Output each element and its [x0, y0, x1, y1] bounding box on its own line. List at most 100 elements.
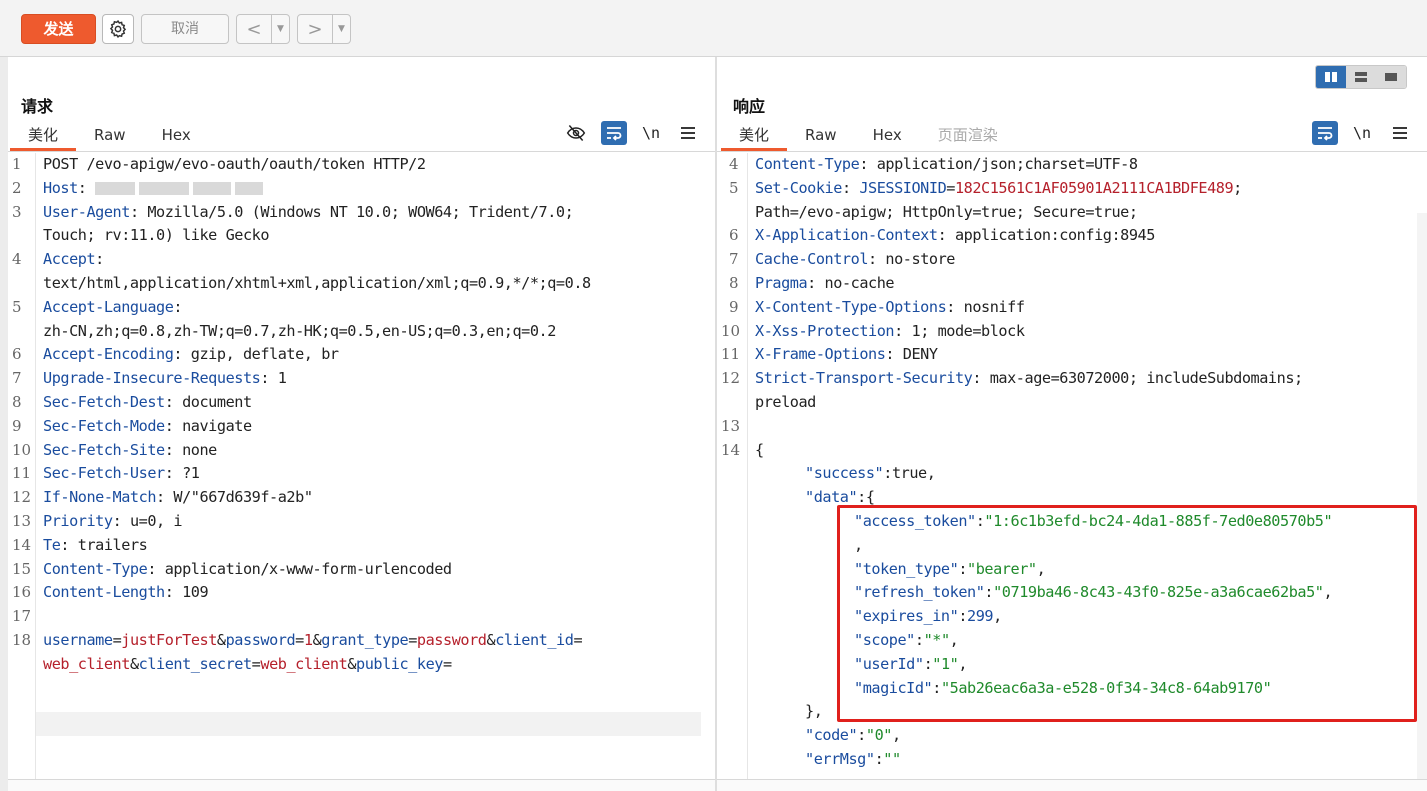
param-eq: =	[295, 631, 304, 649]
tab-render[interactable]: 页面渲染	[920, 123, 1016, 151]
json-data-close: },	[805, 700, 823, 724]
newline-toggle-button[interactable]: \n	[638, 121, 664, 145]
header-sec-fetch-dest: Sec-Fetch-Dest: document	[43, 391, 252, 415]
request-menu-button[interactable]	[675, 121, 701, 145]
header-key: If-None-Match	[43, 488, 157, 507]
tab-hex[interactable]: Hex	[144, 123, 209, 151]
response-menu-button[interactable]	[1387, 121, 1413, 145]
header-value: : trailers	[60, 535, 148, 554]
line-number: 7	[729, 250, 739, 269]
wrap-toggle-button[interactable]	[601, 121, 627, 145]
header-key: X-Frame-Options	[755, 345, 886, 364]
header-value: : 109	[164, 583, 209, 602]
gear-icon	[109, 19, 127, 39]
request-tabs: 美化 Raw Hex	[10, 123, 209, 151]
tab-hex[interactable]: Hex	[855, 123, 920, 151]
json-comma: ,	[891, 726, 901, 745]
tab-raw[interactable]: Raw	[76, 123, 144, 151]
header-key: X-Xss-Protection	[755, 321, 895, 340]
header-key: Sec-Fetch-Dest	[43, 393, 165, 411]
header-accept-language-cont: zh-CN,zh;q=0.8,zh-TW;q=0.7,zh-HK;q=0.5,e…	[43, 320, 556, 344]
param-key: public_key	[356, 654, 443, 673]
line-number: 8	[12, 393, 22, 411]
tab-raw[interactable]: Raw	[787, 123, 855, 151]
split-rows-icon	[1355, 72, 1367, 82]
header-key: Cache-Control	[755, 250, 869, 269]
cookie-eq: =	[946, 178, 955, 197]
header-value: : nosniff	[946, 297, 1025, 316]
wrap-icon	[1318, 127, 1333, 141]
line-number: 1	[12, 155, 22, 173]
line-number: 10	[12, 440, 32, 459]
response-scrollbar[interactable]	[1417, 213, 1427, 779]
back-history-dropdown[interactable]: ▼	[271, 15, 289, 43]
header-key: Content-Length	[43, 583, 165, 602]
header-content-length: Content-Length: 109	[43, 581, 209, 605]
layout-toggle-group	[1315, 65, 1407, 89]
json-key: "errMsg"	[805, 750, 875, 768]
json-colon: :	[857, 726, 866, 745]
redacted-host	[95, 181, 136, 195]
response-bottom-bar	[717, 779, 1427, 791]
resp-header-set-cookie-cont: Path=/evo-apigw; HttpOnly=true; Secure=t…	[755, 201, 1138, 225]
header-if-none-match: If-None-Match: W/"667d639f-a2b"	[43, 486, 313, 510]
response-tabs: 美化 Raw Hex 页面渲染	[721, 123, 1016, 151]
resp-header-cache-control: Cache-Control: no-store	[755, 248, 955, 272]
header-value: : no-cache	[807, 274, 895, 292]
chevron-right-icon: >	[307, 18, 323, 40]
json-value: ""	[883, 750, 901, 768]
split-columns-icon	[1325, 72, 1337, 82]
layout-rows-button[interactable]	[1346, 66, 1376, 88]
line-number: 11	[12, 464, 32, 483]
request-editor[interactable]: 1 2 3 4 5 6 7 8 9 10 11 12 13 14 15 16 1…	[8, 153, 715, 779]
settings-button[interactable]	[102, 14, 134, 44]
header-sep: :	[841, 178, 860, 197]
header-key: Set-Cookie	[755, 178, 842, 197]
line-number: 18	[12, 631, 32, 649]
header-priority: Priority: u=0, i	[43, 510, 183, 534]
header-value: : u=0, i	[112, 512, 183, 530]
line-number: 6	[729, 226, 739, 245]
wrap-icon	[607, 127, 622, 141]
tab-pretty[interactable]: 美化	[721, 123, 788, 151]
header-sep: :	[173, 297, 183, 316]
header-sec-fetch-user: Sec-Fetch-User: ?1	[43, 462, 200, 486]
header-host: Host:	[43, 177, 267, 201]
back-button[interactable]: <	[237, 15, 271, 43]
header-key: Accept	[43, 250, 96, 269]
forward-button[interactable]: >	[298, 15, 332, 43]
redacted-host	[235, 181, 264, 195]
wrap-toggle-button[interactable]	[1312, 121, 1338, 145]
header-key: User-Agent	[43, 202, 130, 221]
param-amp: &	[312, 631, 322, 649]
param-key: client_secret	[138, 654, 252, 673]
header-value: Touch; rv:11.0) like Gecko	[43, 226, 270, 245]
header-value: : no-store	[868, 250, 955, 269]
forward-history-dropdown[interactable]: ▼	[332, 15, 350, 43]
header-value: : 1; mode=block	[894, 321, 1025, 340]
header-key: Sec-Fetch-Mode	[43, 416, 165, 435]
json-errmsg: "errMsg":""	[805, 748, 901, 772]
resp-header-sts-cont: preload	[755, 391, 816, 415]
cancel-button[interactable]: 取消	[141, 14, 229, 44]
header-te: Te: trailers	[43, 534, 148, 558]
cursor-line-highlight	[36, 712, 701, 736]
redacted-host	[193, 181, 232, 195]
layout-single-button[interactable]	[1376, 66, 1406, 88]
param-value: web_client	[43, 654, 130, 673]
layout-columns-button[interactable]	[1316, 66, 1346, 88]
header-user-agent: User-Agent: Mozilla/5.0 (Windows NT 10.0…	[43, 201, 574, 225]
hide-toggle-button[interactable]	[563, 121, 589, 145]
line-number: 3	[12, 202, 22, 221]
header-upgrade-insecure: Upgrade-Insecure-Requests: 1	[43, 367, 287, 391]
header-accept-encoding: Accept-Encoding: gzip, deflate, br	[43, 343, 339, 367]
tab-pretty[interactable]: 美化	[10, 123, 77, 151]
resp-header-sts: Strict-Transport-Security: max-age=63072…	[755, 367, 1303, 391]
send-button[interactable]: 发送	[21, 14, 96, 44]
param-eq: =	[112, 631, 122, 649]
param-amp: &	[486, 631, 496, 649]
line-number: 10	[721, 321, 741, 340]
line-number: 15	[12, 559, 32, 578]
line-number: 11	[721, 345, 741, 364]
newline-toggle-button[interactable]: \n	[1349, 121, 1375, 145]
